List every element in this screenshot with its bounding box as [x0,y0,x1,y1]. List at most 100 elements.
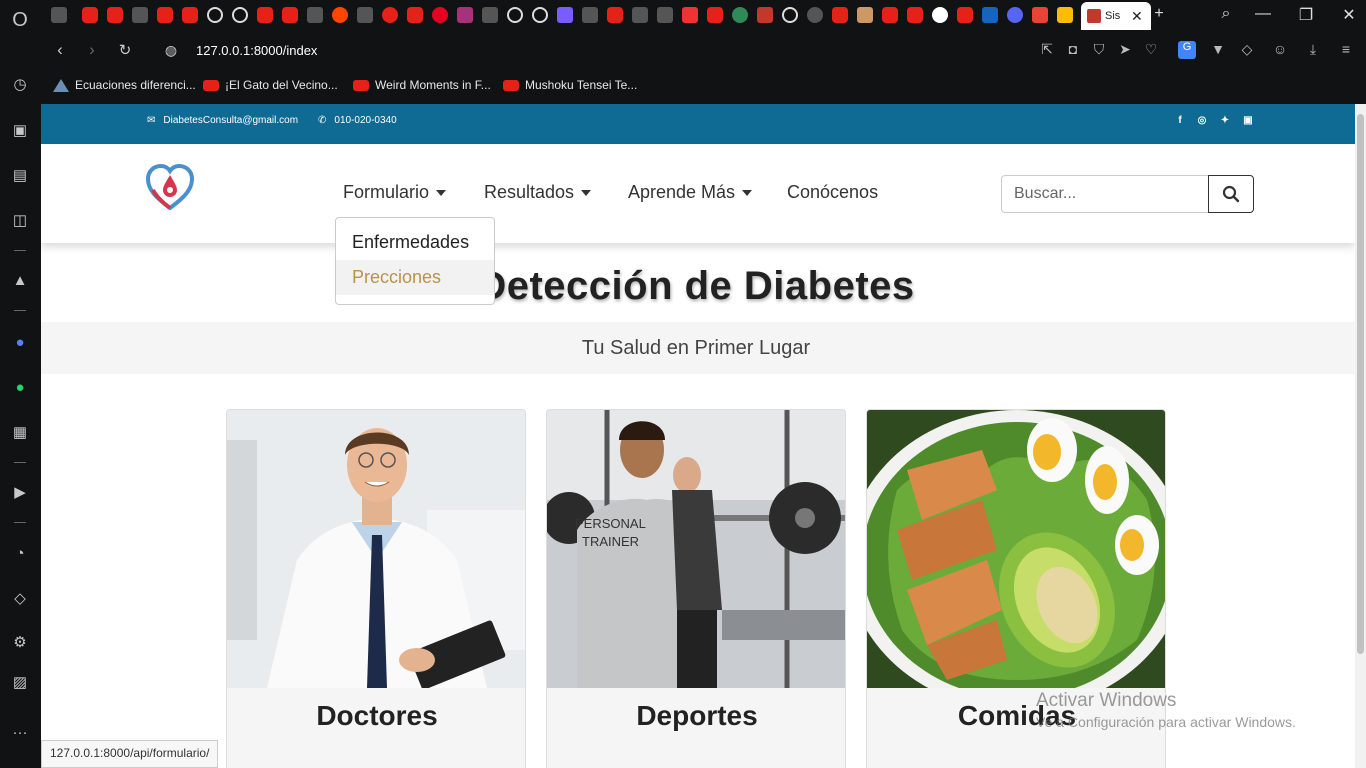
dropdown-item-precciones[interactable]: Precciones [336,260,494,295]
active-tab[interactable]: Sis ✕ [1081,2,1151,30]
shield-icon[interactable]: ⛉ [1089,41,1109,58]
linkedin-icon[interactable]: ▣ [1242,115,1254,126]
bookmark-item[interactable]: ¡El Gato del Vecino... [203,78,338,92]
tab-github-icon[interactable] [207,7,223,23]
twitch-icon[interactable]: ▤ [8,163,32,187]
tab-youtube-icon[interactable] [707,7,723,23]
tab-github-icon[interactable] [782,7,798,23]
tab-youtube-icon[interactable] [107,7,123,23]
tab-youtube-icon[interactable] [157,7,173,23]
tab-gmail-icon[interactable] [1032,7,1048,23]
email-contact[interactable]: ✉ DiabetesConsulta@gmail.com [147,115,298,126]
tab-pinterest-icon[interactable] [432,7,448,23]
tab-misc-icon[interactable] [482,7,498,23]
download-icon[interactable]: ⤓ [1303,41,1323,58]
ai-icon[interactable]: ◫ [8,208,32,232]
tab-youtube-icon[interactable] [407,7,423,23]
extensions-icon[interactable]: ◇ [8,586,32,610]
twitter-icon[interactable]: ✦ [1219,115,1231,126]
opera-logo-icon[interactable]: O [8,8,32,32]
player-icon[interactable]: ▶ [8,480,32,504]
tab-misc-icon[interactable] [307,7,323,23]
aria-icon[interactable]: ▲ [8,268,32,292]
settings-icon[interactable]: ⚙ [8,630,32,654]
tab-youtube-icon[interactable] [257,7,273,23]
tab-youtube-icon[interactable] [957,7,973,23]
tab-github-icon[interactable] [532,7,548,23]
tab-brave-icon[interactable] [682,7,698,23]
nav-formulario[interactable]: Formulario [343,182,447,203]
discord-icon[interactable]: ▦ [8,420,32,444]
nav-conocenos[interactable]: Conócenos [787,182,878,203]
share-icon[interactable]: ⇱ [1037,41,1057,58]
account-icon[interactable]: ☺ [1270,41,1290,57]
bookmark-item[interactable]: Weird Moments in F... [353,78,491,92]
url-field[interactable]: 127.0.0.1:8000/index [196,43,317,58]
vpn-icon[interactable]: ▼ [1208,41,1228,57]
tab-youtube-icon[interactable] [832,7,848,23]
more-icon[interactable]: ··· [8,720,32,744]
tab-youtube-icon[interactable] [607,7,623,23]
minimize-icon[interactable]: — [1251,5,1275,23]
back-icon[interactable]: ‹ [49,40,71,60]
new-tab-icon[interactable]: + [1147,5,1171,23]
send-icon[interactable]: ➤ [1115,41,1135,58]
tab-misc-icon[interactable] [657,7,673,23]
heart-icon[interactable]: ♡ [1141,41,1161,58]
tab-misc-icon[interactable] [132,7,148,23]
phone-contact[interactable]: ✆ 010-020-0340 [318,115,397,126]
tab-youtube-icon[interactable] [907,7,923,23]
heart-drop-logo[interactable] [145,163,195,213]
tab-github-icon[interactable] [232,7,248,23]
speed-dial-icon[interactable]: ◷ [8,72,32,96]
reload-icon[interactable]: ↻ [114,41,136,59]
translate-icon[interactable]: G [1178,41,1196,59]
workspace-icon[interactable]: ▣ [8,118,32,142]
instagram-icon[interactable]: ◎ [1196,115,1208,126]
menu-icon[interactable]: ≡ [1336,41,1356,57]
tab-youtube-icon[interactable] [182,7,198,23]
dropdown-item-enfermedades[interactable]: Enfermedades [336,225,494,260]
card-doctores[interactable]: Doctores [226,409,526,768]
history-icon[interactable]: ◔ [8,541,32,565]
tab-misc-icon[interactable] [382,7,398,23]
tab-misc-icon[interactable] [357,7,373,23]
maximize-icon[interactable]: ❐ [1294,5,1318,25]
tab-youtube-icon[interactable] [882,7,898,23]
gallery-icon[interactable]: ▨ [8,670,32,694]
bookmark-item[interactable]: Mushoku Tensei Te... [503,78,637,92]
scrollbar-thumb[interactable] [1357,114,1364,654]
messenger-icon[interactable]: ● [8,330,32,354]
tab-misc-icon[interactable] [757,7,773,23]
tab-misc-icon[interactable] [557,7,573,23]
nav-resultados[interactable]: Resultados [484,182,592,203]
card-deportes[interactable]: PERSONAL TRAINER Deportes [546,409,846,768]
tab-drive-icon[interactable] [1057,7,1073,23]
tab-misc-icon[interactable] [582,7,598,23]
cube-icon[interactable]: ◇ [1237,41,1257,58]
page-scrollbar[interactable] [1355,104,1366,768]
search-tabs-icon[interactable]: ⌕ [1214,5,1238,23]
tab-reddit-icon[interactable] [332,7,348,23]
bookmark-item[interactable]: Ecuaciones diferenci... [53,78,196,92]
close-window-icon[interactable]: ✕ [1337,5,1361,25]
tab-gamepad-icon[interactable] [51,7,67,23]
tab-google-icon[interactable] [932,7,948,23]
camera-icon[interactable]: ◘ [1063,41,1083,57]
tab-misc-icon[interactable] [732,7,748,23]
close-tab-icon[interactable]: ✕ [1131,8,1143,25]
search-button[interactable] [1208,175,1254,213]
tab-instagram-icon[interactable] [457,7,473,23]
tab-youtube-icon[interactable] [282,7,298,23]
tab-misc-icon[interactable] [982,7,998,23]
facebook-icon[interactable]: f [1174,115,1186,126]
tab-github-icon[interactable] [507,7,523,23]
whatsapp-icon[interactable]: ● [8,375,32,399]
tab-misc-icon[interactable] [807,7,823,23]
tab-misc-icon[interactable] [1007,7,1023,23]
tab-misc-icon[interactable] [857,7,873,23]
forward-icon[interactable]: › [81,40,103,60]
tab-youtube-icon[interactable] [82,7,98,23]
search-input[interactable] [1001,175,1209,213]
nav-aprende-mas[interactable]: Aprende Más [628,182,753,203]
